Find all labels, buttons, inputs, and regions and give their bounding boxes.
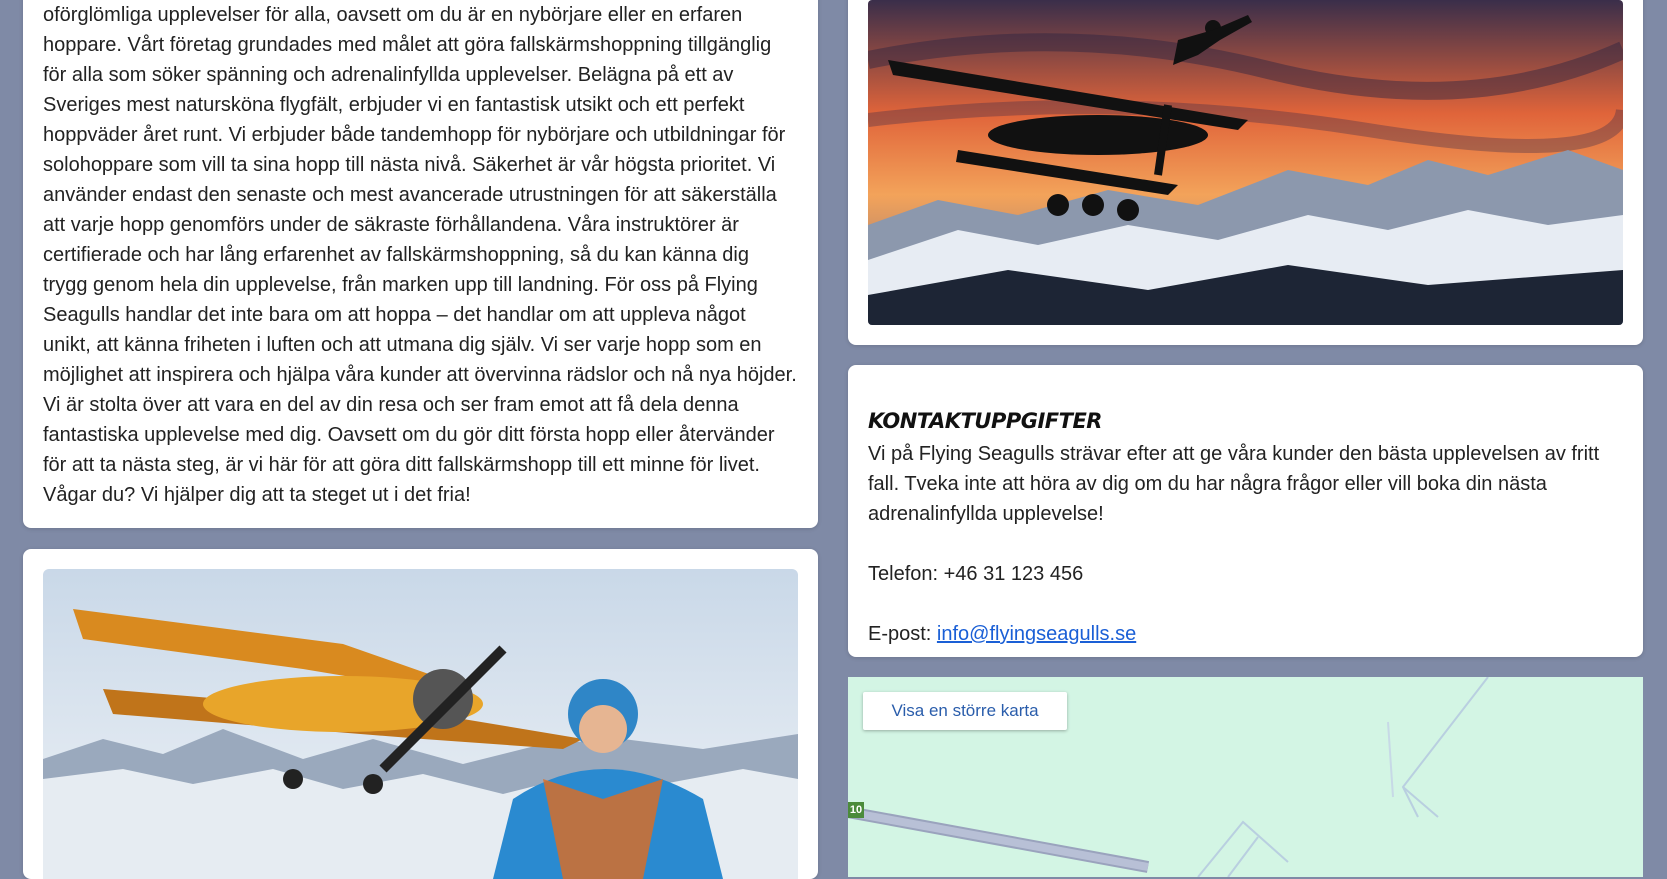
skydiver-biplane-photo	[43, 569, 798, 879]
contact-phone: Telefon: +46 31 123 456	[868, 563, 1084, 585]
sunset-biplane-photo	[868, 0, 1623, 325]
contact-card: Kontaktuppgifter Vi på Flying Seagulls s…	[848, 365, 1643, 657]
contact-email-label: E-post:	[868, 623, 937, 645]
photo-card-skydiver	[23, 549, 818, 879]
contact-heading: Kontaktuppgifter	[868, 409, 1102, 433]
road-number-badge: 10	[848, 802, 864, 818]
about-card: oförglömliga upplevelser för alla, oavse…	[23, 0, 818, 528]
about-text: oförglömliga upplevelser för alla, oavse…	[43, 4, 797, 506]
email-link[interactable]: info@flyingseagulls.se	[937, 623, 1136, 645]
contact-intro: Vi på Flying Seagulls strävar efter att …	[868, 443, 1600, 525]
photo-card-sunset	[848, 0, 1643, 345]
contact-email-line: E-post: info@flyingseagulls.se	[868, 619, 1623, 649]
view-larger-map-button[interactable]: Visa en större karta	[863, 692, 1067, 730]
map-embed[interactable]: 10 Visa en större karta	[848, 677, 1643, 877]
